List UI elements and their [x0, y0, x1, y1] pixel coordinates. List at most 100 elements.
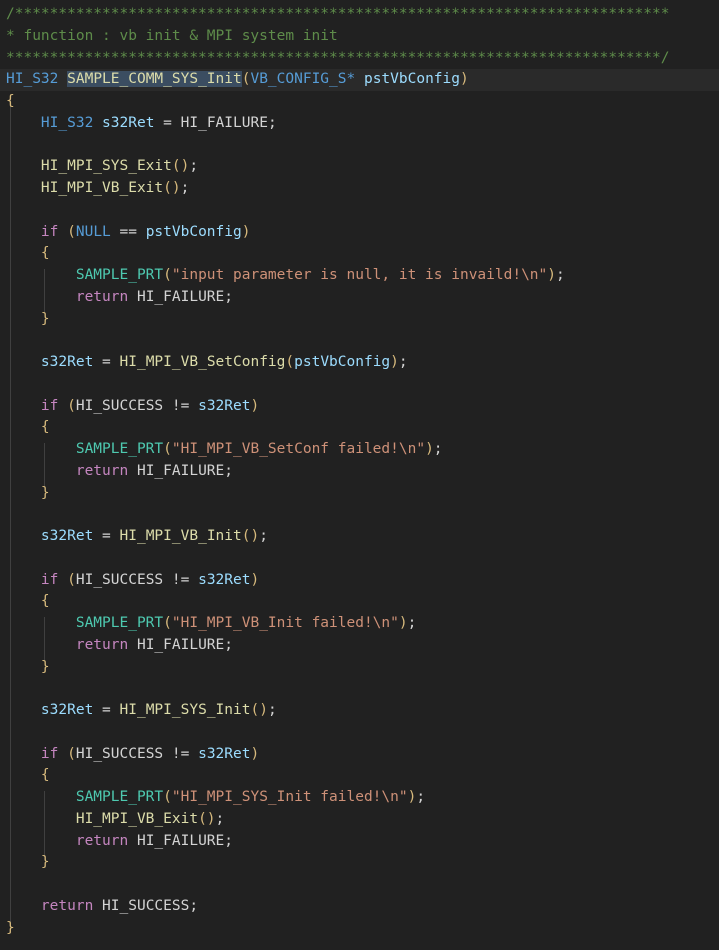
code-line-blank[interactable] — [0, 200, 719, 222]
code-line[interactable]: return HI_FAILURE; — [0, 461, 719, 483]
keyword-return-token: return — [75, 636, 129, 653]
code-line[interactable]: /***************************************… — [0, 4, 719, 26]
variable-token: s32Ret — [198, 397, 251, 414]
semicolon: ; — [407, 615, 417, 631]
variable-token: s32Ret — [40, 528, 94, 544]
parens: () — [241, 528, 260, 544]
code-line[interactable]: } — [0, 657, 719, 679]
paren-close: ) — [390, 354, 399, 370]
code-line[interactable]: return HI_FAILURE; — [0, 635, 719, 657]
constant-token: HI_SUCCESS — [75, 745, 164, 762]
parens: () — [198, 810, 216, 827]
code-line[interactable]: } — [0, 483, 719, 505]
code-line-blank[interactable] — [0, 330, 719, 352]
constant-token: HI_SUCCESS — [102, 897, 190, 914]
parens: () — [250, 702, 268, 718]
brace-open: { — [6, 93, 15, 109]
brace-close: } — [40, 854, 50, 871]
code-line[interactable]: if (HI_SUCCESS != s32Ret) — [0, 570, 719, 592]
code-line[interactable]: { — [0, 243, 719, 265]
paren-open: ( — [67, 571, 76, 588]
code-line[interactable]: if (HI_SUCCESS != s32Ret) — [0, 744, 719, 766]
param-name-token: pstVbConfig — [294, 354, 391, 370]
code-line-blank[interactable] — [0, 374, 719, 396]
code-line[interactable]: HI_S32 s32Ret = HI_FAILURE; — [0, 113, 719, 135]
code-line[interactable]: } — [0, 309, 719, 331]
code-line-blank[interactable] — [0, 548, 719, 570]
code-line[interactable]: s32Ret = HI_MPI_VB_SetConfig(pstVbConfig… — [0, 352, 719, 374]
semicolon: ; — [224, 288, 234, 305]
code-line[interactable]: SAMPLE_PRT("HI_MPI_VB_SetConf failed!\n"… — [0, 439, 719, 461]
code-line[interactable]: if (NULL == pstVbConfig) — [0, 222, 719, 244]
code-line[interactable]: { — [0, 417, 719, 439]
code-line[interactable]: HI_MPI_SYS_Exit(); — [0, 156, 719, 178]
code-line[interactable]: return HI_FAILURE; — [0, 831, 719, 853]
variable-token: s32Ret — [40, 354, 94, 370]
code-line[interactable]: } — [0, 918, 719, 940]
function-name-token-selected[interactable]: SAMPLE_COMM_SYS_Init — [67, 71, 242, 88]
keyword-if-token: if — [40, 745, 59, 762]
string-token: "HI_MPI_VB_Init failed!\n" — [171, 615, 399, 631]
code-line[interactable]: SAMPLE_PRT("HI_MPI_SYS_Init failed!\n"); — [0, 787, 719, 809]
code-line[interactable]: s32Ret = HI_MPI_VB_Init(); — [0, 526, 719, 548]
string-token: "HI_MPI_SYS_Init failed!\n" — [171, 789, 408, 805]
code-line[interactable]: { — [0, 765, 719, 787]
paren-close: ) — [250, 571, 260, 588]
paren-open: ( — [163, 441, 172, 457]
param-name-token: pstVbConfig — [145, 223, 242, 240]
paren-open: ( — [163, 615, 172, 631]
operator: = — [93, 354, 120, 370]
semicolon: ; — [189, 897, 199, 914]
code-line[interactable]: s32Ret = HI_MPI_SYS_Init(); — [0, 700, 719, 722]
code-line[interactable]: return HI_SUCCESS; — [0, 896, 719, 918]
code-line-blank[interactable] — [0, 678, 719, 700]
code-editor-content[interactable]: /***************************************… — [0, 0, 719, 939]
string-token: "HI_MPI_VB_SetConf failed!\n" — [171, 441, 426, 457]
operator: = — [93, 702, 120, 718]
code-line[interactable]: * function : vb init & MPI system init — [0, 26, 719, 48]
code-line[interactable]: { — [0, 591, 719, 613]
keyword-return-token: return — [75, 462, 129, 479]
brace-open: { — [40, 245, 50, 262]
code-line[interactable]: SAMPLE_PRT("HI_MPI_VB_Init failed!\n"); — [0, 613, 719, 635]
code-line[interactable]: { — [0, 91, 719, 113]
return-type-token: HI_S32 — [6, 71, 59, 88]
constant-token: HI_FAILURE — [136, 636, 225, 653]
code-line[interactable]: HI_MPI_VB_Exit(); — [0, 809, 719, 831]
code-line-blank[interactable] — [0, 722, 719, 744]
function-call-token: HI_MPI_VB_Exit — [75, 810, 199, 827]
code-line[interactable]: return HI_FAILURE; — [0, 287, 719, 309]
brace-close: } — [40, 310, 50, 327]
comment-token: /***************************************… — [6, 6, 670, 22]
code-line[interactable]: SAMPLE_PRT("input parameter is null, it … — [0, 265, 719, 287]
code-line-signature[interactable]: HI_S32 SAMPLE_COMM_SYS_Init(VB_CONFIG_S*… — [0, 69, 719, 91]
semicolon: ; — [259, 528, 268, 544]
code-line[interactable]: ****************************************… — [0, 48, 719, 70]
code-line-blank[interactable] — [0, 874, 719, 896]
code-line-blank[interactable] — [0, 504, 719, 526]
code-line-blank[interactable] — [0, 135, 719, 157]
code-line[interactable]: if (HI_SUCCESS != s32Ret) — [0, 396, 719, 418]
code-line[interactable]: HI_MPI_VB_Exit(); — [0, 178, 719, 200]
code-line[interactable]: } — [0, 852, 719, 874]
operator: != — [163, 571, 199, 588]
constant-token: HI_SUCCESS — [75, 571, 164, 588]
